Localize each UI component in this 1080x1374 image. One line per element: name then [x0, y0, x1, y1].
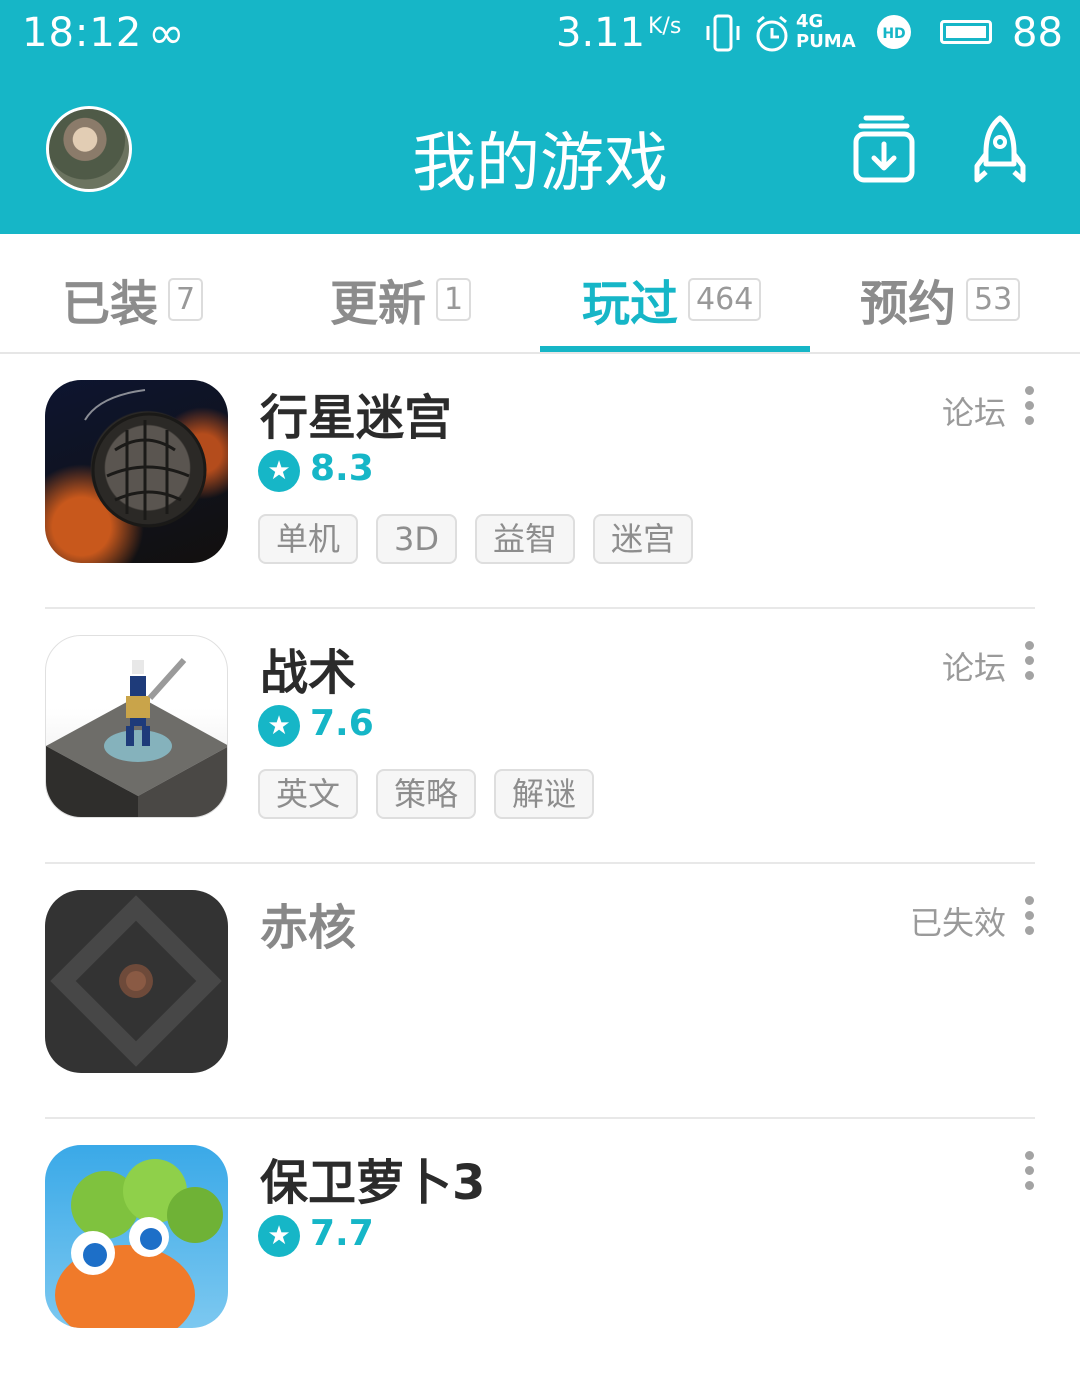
carrier-label: PUMA [796, 31, 856, 52]
download-box-icon[interactable] [852, 114, 916, 188]
tag-list: 英文 策略 解谜 [258, 769, 612, 819]
star-icon: ★ [258, 1215, 300, 1257]
game-tag[interactable]: 3D [376, 514, 458, 564]
network-label: 4G [796, 11, 824, 32]
tab-reserved[interactable]: 预约 53 [860, 264, 1021, 332]
tab-count: 7 [168, 277, 204, 321]
game-name[interactable]: 战术 [260, 633, 356, 703]
game-icon[interactable] [45, 1145, 228, 1328]
rating-score: 7.7 [310, 1213, 374, 1254]
game-tag[interactable]: 益智 [475, 514, 576, 564]
list-item[interactable]: 行星迷宫 ★ 8.3 单机 3D 益智 迷宫 论坛 [0, 354, 1080, 609]
list-item[interactable]: 保卫萝卜3 ★ 7.7 [0, 1119, 1080, 1374]
tab-installed[interactable]: 已装 7 [62, 264, 204, 332]
red-core-icon [50, 895, 222, 1067]
tab-bar: 已装 7 更新 1 玩过 464 预约 53 [0, 234, 1080, 354]
tab-count: 464 [688, 277, 762, 321]
tab-label: 更新 [330, 276, 427, 332]
page-title: 我的游戏 [412, 127, 668, 201]
status-invalid: 已失效 [909, 904, 1006, 942]
tab-count: 1 [436, 277, 472, 321]
forum-link[interactable]: 论坛 [942, 388, 1006, 434]
network-4g-icon: 4G PUMA [796, 12, 856, 52]
star-icon: ★ [258, 450, 300, 492]
game-icon[interactable] [45, 380, 228, 563]
app-header: 18:12 ∞ 3.11 K/s 4G PUMA HD 88 我的游戏 [0, 0, 1080, 234]
star-icon: ★ [258, 705, 300, 747]
game-tag[interactable]: 策略 [376, 769, 477, 819]
more-vertical-icon[interactable] [1024, 641, 1034, 681]
tab-label: 玩过 [582, 276, 679, 332]
network-speed-unit: K/s [648, 14, 682, 39]
tab-count: 53 [966, 277, 1021, 321]
game-tag[interactable]: 英文 [258, 769, 359, 819]
list-item[interactable]: 战术 ★ 7.6 英文 策略 解谜 论坛 [0, 609, 1080, 864]
game-name[interactable]: 赤核 [260, 888, 356, 958]
forum-link[interactable]: 论坛 [942, 643, 1006, 689]
more-vertical-icon[interactable] [1024, 386, 1034, 426]
game-name[interactable]: 行星迷宫 [260, 378, 452, 448]
more-vertical-icon[interactable] [1024, 1151, 1034, 1191]
rating-score: 7.6 [310, 703, 374, 744]
battery-icon [940, 20, 992, 44]
list-item[interactable]: 赤核 已失效 [0, 864, 1080, 1119]
carrot-icon [55, 1159, 223, 1328]
game-tag[interactable]: 单机 [258, 514, 359, 564]
tab-played[interactable]: 玩过 464 [582, 264, 762, 332]
hd-call-icon: HD [876, 14, 912, 54]
status-bar: 18:12 ∞ 3.11 K/s 4G PUMA HD 88 [0, 0, 1080, 70]
battery-percent: 88 [1012, 10, 1063, 56]
more-vertical-icon[interactable] [1024, 896, 1034, 936]
active-tab-indicator [540, 346, 810, 352]
alarm-icon [752, 14, 792, 58]
tab-updates[interactable]: 更新 1 [330, 264, 472, 332]
tab-label: 预约 [860, 276, 957, 332]
maze-sphere-icon [84, 389, 207, 528]
infinity-icon: ∞ [148, 8, 185, 59]
game-icon[interactable] [45, 890, 228, 1073]
rocket-icon[interactable] [972, 114, 1028, 188]
rating-score: 8.3 [310, 448, 374, 489]
status-time: 18:12 [22, 10, 143, 56]
network-speed: 3.11 [556, 10, 646, 56]
tab-label: 已装 [62, 276, 159, 332]
tactics-cube-icon [46, 657, 227, 817]
tag-list: 单机 3D 益智 迷宫 [258, 514, 711, 564]
game-tag[interactable]: 迷宫 [593, 514, 694, 564]
vibrate-icon [704, 14, 742, 58]
game-tag[interactable]: 解谜 [494, 769, 595, 819]
hd-label: HD [882, 26, 905, 42]
game-icon[interactable] [45, 635, 228, 818]
game-name[interactable]: 保卫萝卜3 [260, 1143, 485, 1213]
